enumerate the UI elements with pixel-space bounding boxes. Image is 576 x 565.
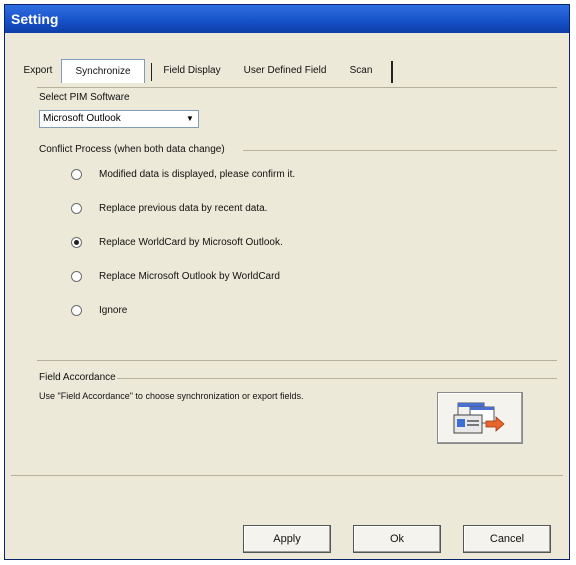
field-accordance-description: Use "Field Accordance" to choose synchro…: [39, 391, 304, 401]
radio-label: Replace previous data by recent data.: [99, 203, 268, 214]
group-divider: [37, 360, 557, 361]
window-title: Setting: [5, 5, 569, 33]
pim-label: Select PIM Software: [39, 92, 130, 103]
pim-software-select[interactable]: Microsoft Outlook ▼: [39, 110, 199, 128]
tab-field-display[interactable]: Field Display: [155, 61, 229, 81]
cancel-button[interactable]: Cancel: [463, 525, 551, 553]
tab-synchronize[interactable]: Synchronize: [61, 59, 145, 83]
tab-separator: [151, 63, 152, 81]
tab-scan[interactable]: Scan: [341, 61, 381, 81]
group-divider: [117, 378, 557, 379]
radio-button[interactable]: [71, 305, 82, 316]
chevron-down-icon[interactable]: ▼: [183, 112, 197, 126]
ok-button[interactable]: Ok: [353, 525, 441, 553]
pim-selected-value: Microsoft Outlook: [43, 113, 121, 124]
radio-label: Replace WorldCard by Microsoft Outlook.: [99, 237, 283, 248]
synchronize-panel: Select PIM Software Microsoft Outlook ▼ …: [37, 87, 557, 447]
settings-window: Setting Export Synchronize Field Display…: [4, 4, 570, 560]
field-accordance-title: Field Accordance: [39, 372, 116, 383]
field-accordance-button[interactable]: [437, 392, 523, 444]
radio-label: Ignore: [99, 305, 128, 316]
radio-button[interactable]: [71, 271, 82, 282]
tab-export[interactable]: Export: [19, 61, 57, 81]
tab-separator: [391, 61, 393, 83]
footer-divider: [11, 475, 563, 476]
radio-button-checked[interactable]: [71, 237, 82, 248]
radio-label: Modified data is displayed, please confi…: [99, 169, 296, 180]
conflict-group-title: Conflict Process (when both data change): [39, 144, 225, 155]
radio-button[interactable]: [71, 203, 82, 214]
group-divider: [243, 150, 557, 151]
apply-button[interactable]: Apply: [243, 525, 331, 553]
dialog-client: Export Synchronize Field Display User De…: [7, 35, 567, 557]
radio-label: Replace Microsoft Outlook by WorldCard: [99, 271, 280, 282]
field-accordance-icon: [453, 402, 505, 434]
tab-strip: Export Synchronize Field Display User De…: [19, 59, 399, 83]
radio-button[interactable]: [71, 169, 82, 180]
tab-user-defined-field[interactable]: User Defined Field: [235, 61, 335, 81]
